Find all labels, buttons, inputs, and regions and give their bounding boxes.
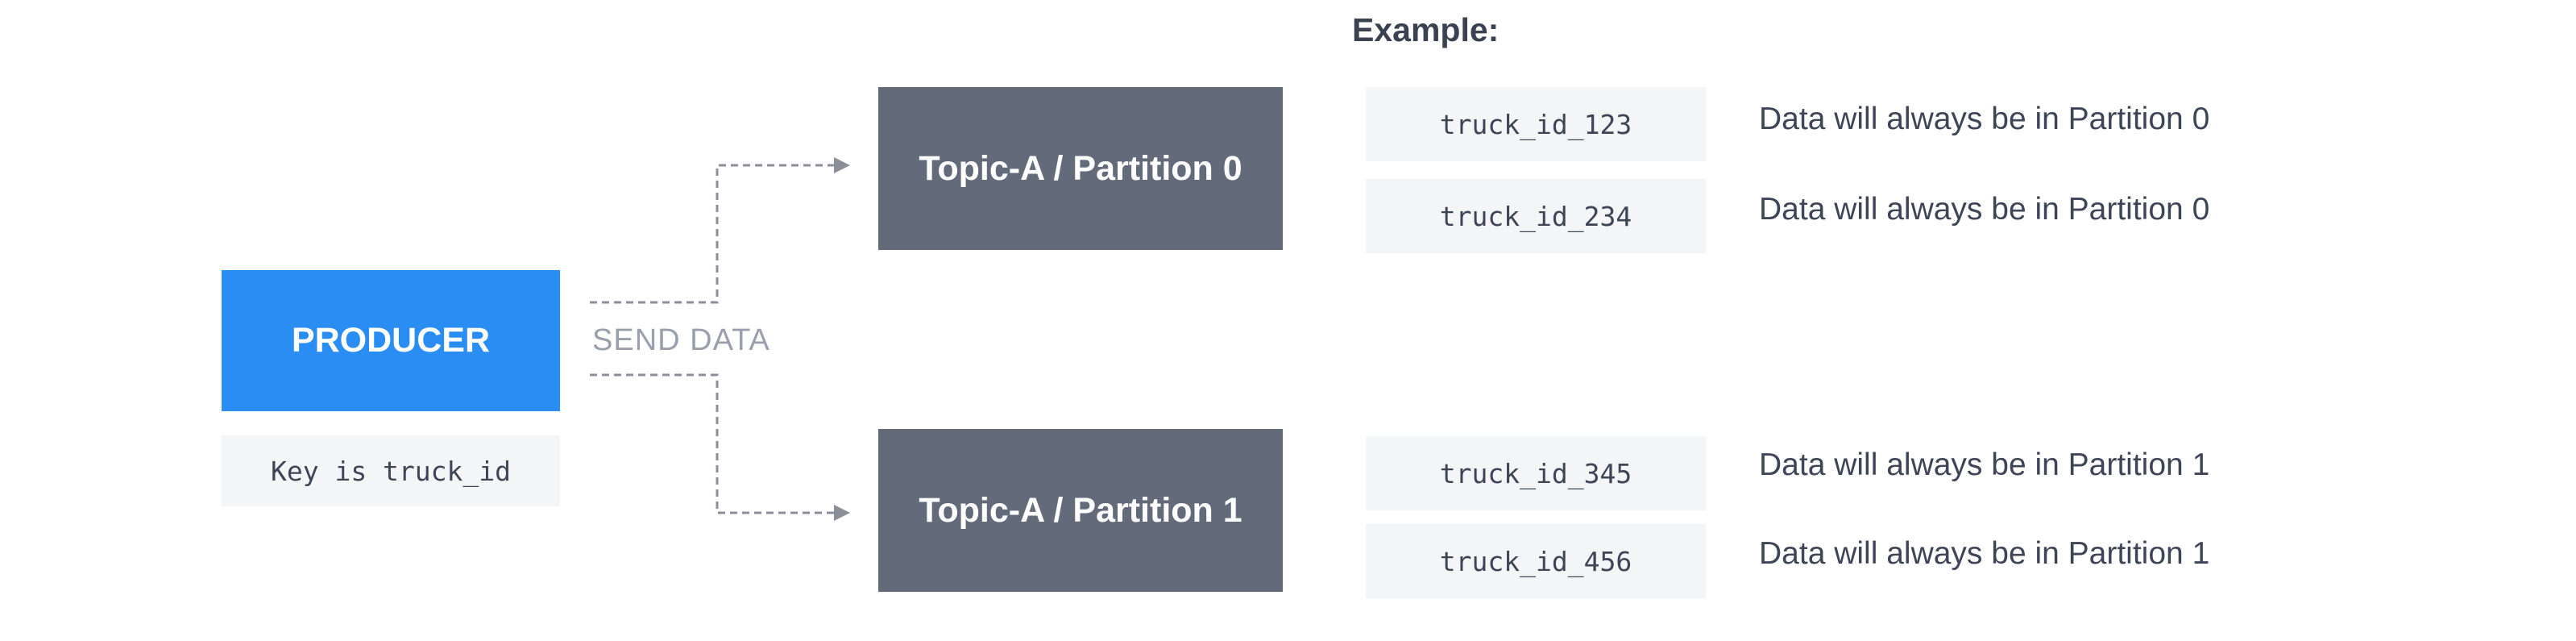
example-key-cell: truck_id_456 bbox=[1366, 524, 1706, 598]
example-description: Data will always be in Partition 1 bbox=[1759, 536, 2210, 571]
partition-0-label: Topic-A / Partition 0 bbox=[919, 148, 1242, 188]
partition-0-box: Topic-A / Partition 0 bbox=[878, 87, 1283, 250]
partition-1-label: Topic-A / Partition 1 bbox=[919, 490, 1242, 530]
kafka-partition-diagram: PRODUCER Key is truck_id SEND DATA Topic… bbox=[0, 0, 2576, 641]
partition-1-box: Topic-A / Partition 1 bbox=[878, 429, 1283, 592]
send-data-label: SEND DATA bbox=[592, 323, 770, 357]
producer-key-text: Key is truck_id bbox=[270, 455, 511, 487]
connector-to-partition-0 bbox=[590, 161, 848, 304]
example-key-cell: truck_id_345 bbox=[1366, 436, 1706, 510]
example-description: Data will always be in Partition 0 bbox=[1759, 102, 2210, 136]
example-description: Data will always be in Partition 1 bbox=[1759, 447, 2210, 482]
example-description: Data will always be in Partition 0 bbox=[1759, 192, 2210, 227]
arrowhead-partition-1 bbox=[834, 505, 850, 521]
example-key-cell: truck_id_123 bbox=[1366, 87, 1706, 161]
producer-label: PRODUCER bbox=[291, 321, 491, 360]
example-title: Example: bbox=[1352, 11, 1500, 48]
arrowhead-partition-0 bbox=[834, 157, 850, 173]
producer-box: PRODUCER bbox=[222, 270, 560, 411]
example-key-cell: truck_id_234 bbox=[1366, 179, 1706, 253]
connector-to-partition-1 bbox=[590, 373, 846, 514]
producer-key-note: Key is truck_id bbox=[222, 435, 560, 506]
